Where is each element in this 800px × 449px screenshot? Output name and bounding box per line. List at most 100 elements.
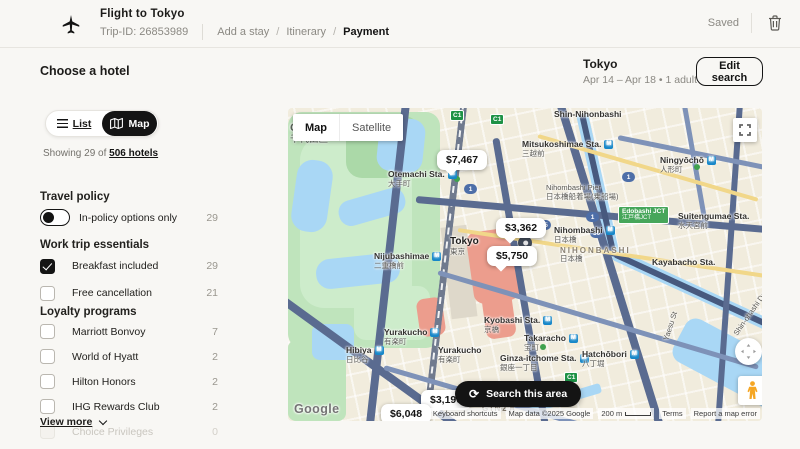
checkbox[interactable] xyxy=(40,349,55,364)
route-shield: 50 xyxy=(590,228,603,238)
airplane-icon xyxy=(60,13,82,35)
refresh-icon: ⟳ xyxy=(469,388,479,400)
results-summary: Showing 29 of 506 hotels xyxy=(43,148,158,159)
filter-label: IHG Rewards Club xyxy=(72,401,160,413)
map-view-button[interactable]: Map xyxy=(102,111,157,136)
filter-count: 2 xyxy=(212,376,218,388)
delete-trip-button[interactable] xyxy=(764,12,786,34)
filter-row[interactable]: World of Hyatt 2 xyxy=(40,347,218,366)
breadcrumb-item[interactable]: Itinerary xyxy=(286,26,326,38)
work-trip-filter-list: Breakfast included 29 Free cancellation 21 xyxy=(40,256,218,310)
route-shield: C1 xyxy=(450,110,464,121)
search-this-area-button[interactable]: ⟳ Search this area xyxy=(455,381,581,407)
page-title: Choose a hotel xyxy=(40,64,130,78)
view-more-label: View more xyxy=(40,416,92,428)
work-trip-heading: Work trip essentials xyxy=(40,239,149,251)
tree-icon xyxy=(454,176,460,182)
filter-count: 2 xyxy=(212,351,218,363)
checkbox[interactable] xyxy=(40,286,55,301)
search-this-area-label: Search this area xyxy=(486,388,567,400)
checkbox[interactable] xyxy=(40,259,55,274)
destination-label: Tokyo xyxy=(583,57,697,71)
chevron-down-icon xyxy=(99,416,107,424)
fullscreen-icon xyxy=(739,124,751,136)
view-more-link[interactable]: View more xyxy=(40,416,106,428)
filter-count: 0 xyxy=(212,426,218,438)
checkbox[interactable] xyxy=(40,324,55,339)
trip-title: Flight to Tokyo xyxy=(100,8,389,20)
filter-label: Marriott Bonvoy xyxy=(72,326,146,338)
route-shield: 1 xyxy=(622,172,635,182)
map-icon xyxy=(110,117,123,130)
breadcrumb-separator: / xyxy=(276,26,279,38)
hotel-map[interactable]: Chiyoda City千代田区Otemachi Sta.M大手町Nijubas… xyxy=(288,108,762,421)
header-divider-right xyxy=(751,13,752,33)
filter-label: Hilton Honors xyxy=(72,376,136,388)
app-window: Flight to Tokyo Trip-ID: 26853989 Add a … xyxy=(0,0,800,449)
map-scale-bar xyxy=(625,412,651,416)
map-attribution: Keyboard shortcuts Map data ©2025 Google 2… xyxy=(430,408,760,419)
in-policy-filter-row[interactable]: In-policy options only 29 xyxy=(40,209,218,226)
list-icon xyxy=(57,119,68,128)
top-header: Flight to Tokyo Trip-ID: 26853989 Add a … xyxy=(0,0,800,48)
filter-label: Breakfast included xyxy=(72,260,158,272)
search-summary: Tokyo Apr 14 – Apr 18 • 1 adult xyxy=(583,57,697,86)
attribution-text: 200 m xyxy=(598,408,654,419)
edit-search-button[interactable]: Edit search xyxy=(696,57,763,86)
tree-icon xyxy=(540,344,546,350)
map-type-map-button[interactable]: Map xyxy=(293,114,340,141)
attribution-link[interactable]: Report a map error xyxy=(691,408,760,419)
filter-row[interactable]: Marriott Bonvoy 7 xyxy=(40,322,218,341)
filter-count: 2 xyxy=(212,401,218,413)
checkbox[interactable] xyxy=(40,399,55,414)
attribution-link[interactable]: Terms xyxy=(659,408,685,419)
list-view-button[interactable]: List xyxy=(46,118,102,130)
filter-count: 29 xyxy=(206,260,218,272)
filter-row[interactable]: Hilton Honors 2 xyxy=(40,372,218,391)
route-shield: 1 xyxy=(586,212,599,222)
in-policy-count: 29 xyxy=(206,212,218,224)
hotel-price-marker[interactable]: $6,048 xyxy=(381,404,431,421)
map-type-satellite-button[interactable]: Satellite xyxy=(340,114,403,141)
trip-id: Trip-ID: 26853989 xyxy=(100,26,188,38)
filter-label: Free cancellation xyxy=(72,287,152,299)
attribution-text: Map data ©2025 Google xyxy=(506,408,594,419)
pegman-streetview-button[interactable] xyxy=(738,376,762,405)
results-total-link[interactable]: 506 hotels xyxy=(109,148,158,159)
hotel-price-marker[interactable]: $3,362 xyxy=(496,218,546,238)
checkbox[interactable] xyxy=(40,374,55,389)
loyalty-heading: Loyalty programs xyxy=(40,306,137,318)
route-shield: C1 xyxy=(490,114,504,125)
filter-row[interactable]: IHG Rewards Club 2 xyxy=(40,397,218,416)
fullscreen-button[interactable] xyxy=(733,118,757,142)
view-toggle: List Map xyxy=(45,110,159,137)
in-policy-toggle[interactable] xyxy=(40,209,70,226)
breadcrumb-separator: / xyxy=(333,26,336,38)
hotel-price-marker[interactable]: $7,467 xyxy=(437,150,487,170)
route-shield: 1 xyxy=(464,184,477,194)
filter-count: 21 xyxy=(206,287,218,299)
loyalty-filter-list: Marriott Bonvoy7World of Hyatt2Hilton Ho… xyxy=(40,322,218,447)
hotel-price-marker[interactable]: $5,750 xyxy=(487,246,537,266)
map-type-control: Map Satellite xyxy=(293,114,403,141)
travel-policy-heading: Travel policy xyxy=(40,191,110,203)
filter-row[interactable]: Breakfast included 29 xyxy=(40,256,218,276)
list-view-label: List xyxy=(73,118,92,130)
pan-control-button[interactable] xyxy=(735,338,762,365)
breadcrumb: Add a stay / Itinerary / Payment xyxy=(217,26,389,38)
pegman-icon xyxy=(746,381,759,400)
in-policy-label: In-policy options only xyxy=(79,212,177,224)
header-divider xyxy=(202,24,203,40)
filter-row[interactable]: Free cancellation 21 xyxy=(40,283,218,303)
google-logo[interactable]: Google xyxy=(294,402,339,416)
map-view-label: Map xyxy=(129,118,150,130)
results-count-text: Showing 29 of xyxy=(43,148,106,159)
saved-status: Saved xyxy=(708,17,739,29)
breadcrumb-item[interactable]: Add a stay xyxy=(217,26,269,38)
tree-icon xyxy=(694,164,700,170)
attribution-link[interactable]: Keyboard shortcuts xyxy=(430,408,501,419)
filter-label: World of Hyatt xyxy=(72,351,138,363)
pan-arrows-icon xyxy=(740,343,757,360)
filter-count: 7 xyxy=(212,326,218,338)
breadcrumb-item[interactable]: Payment xyxy=(343,26,389,38)
